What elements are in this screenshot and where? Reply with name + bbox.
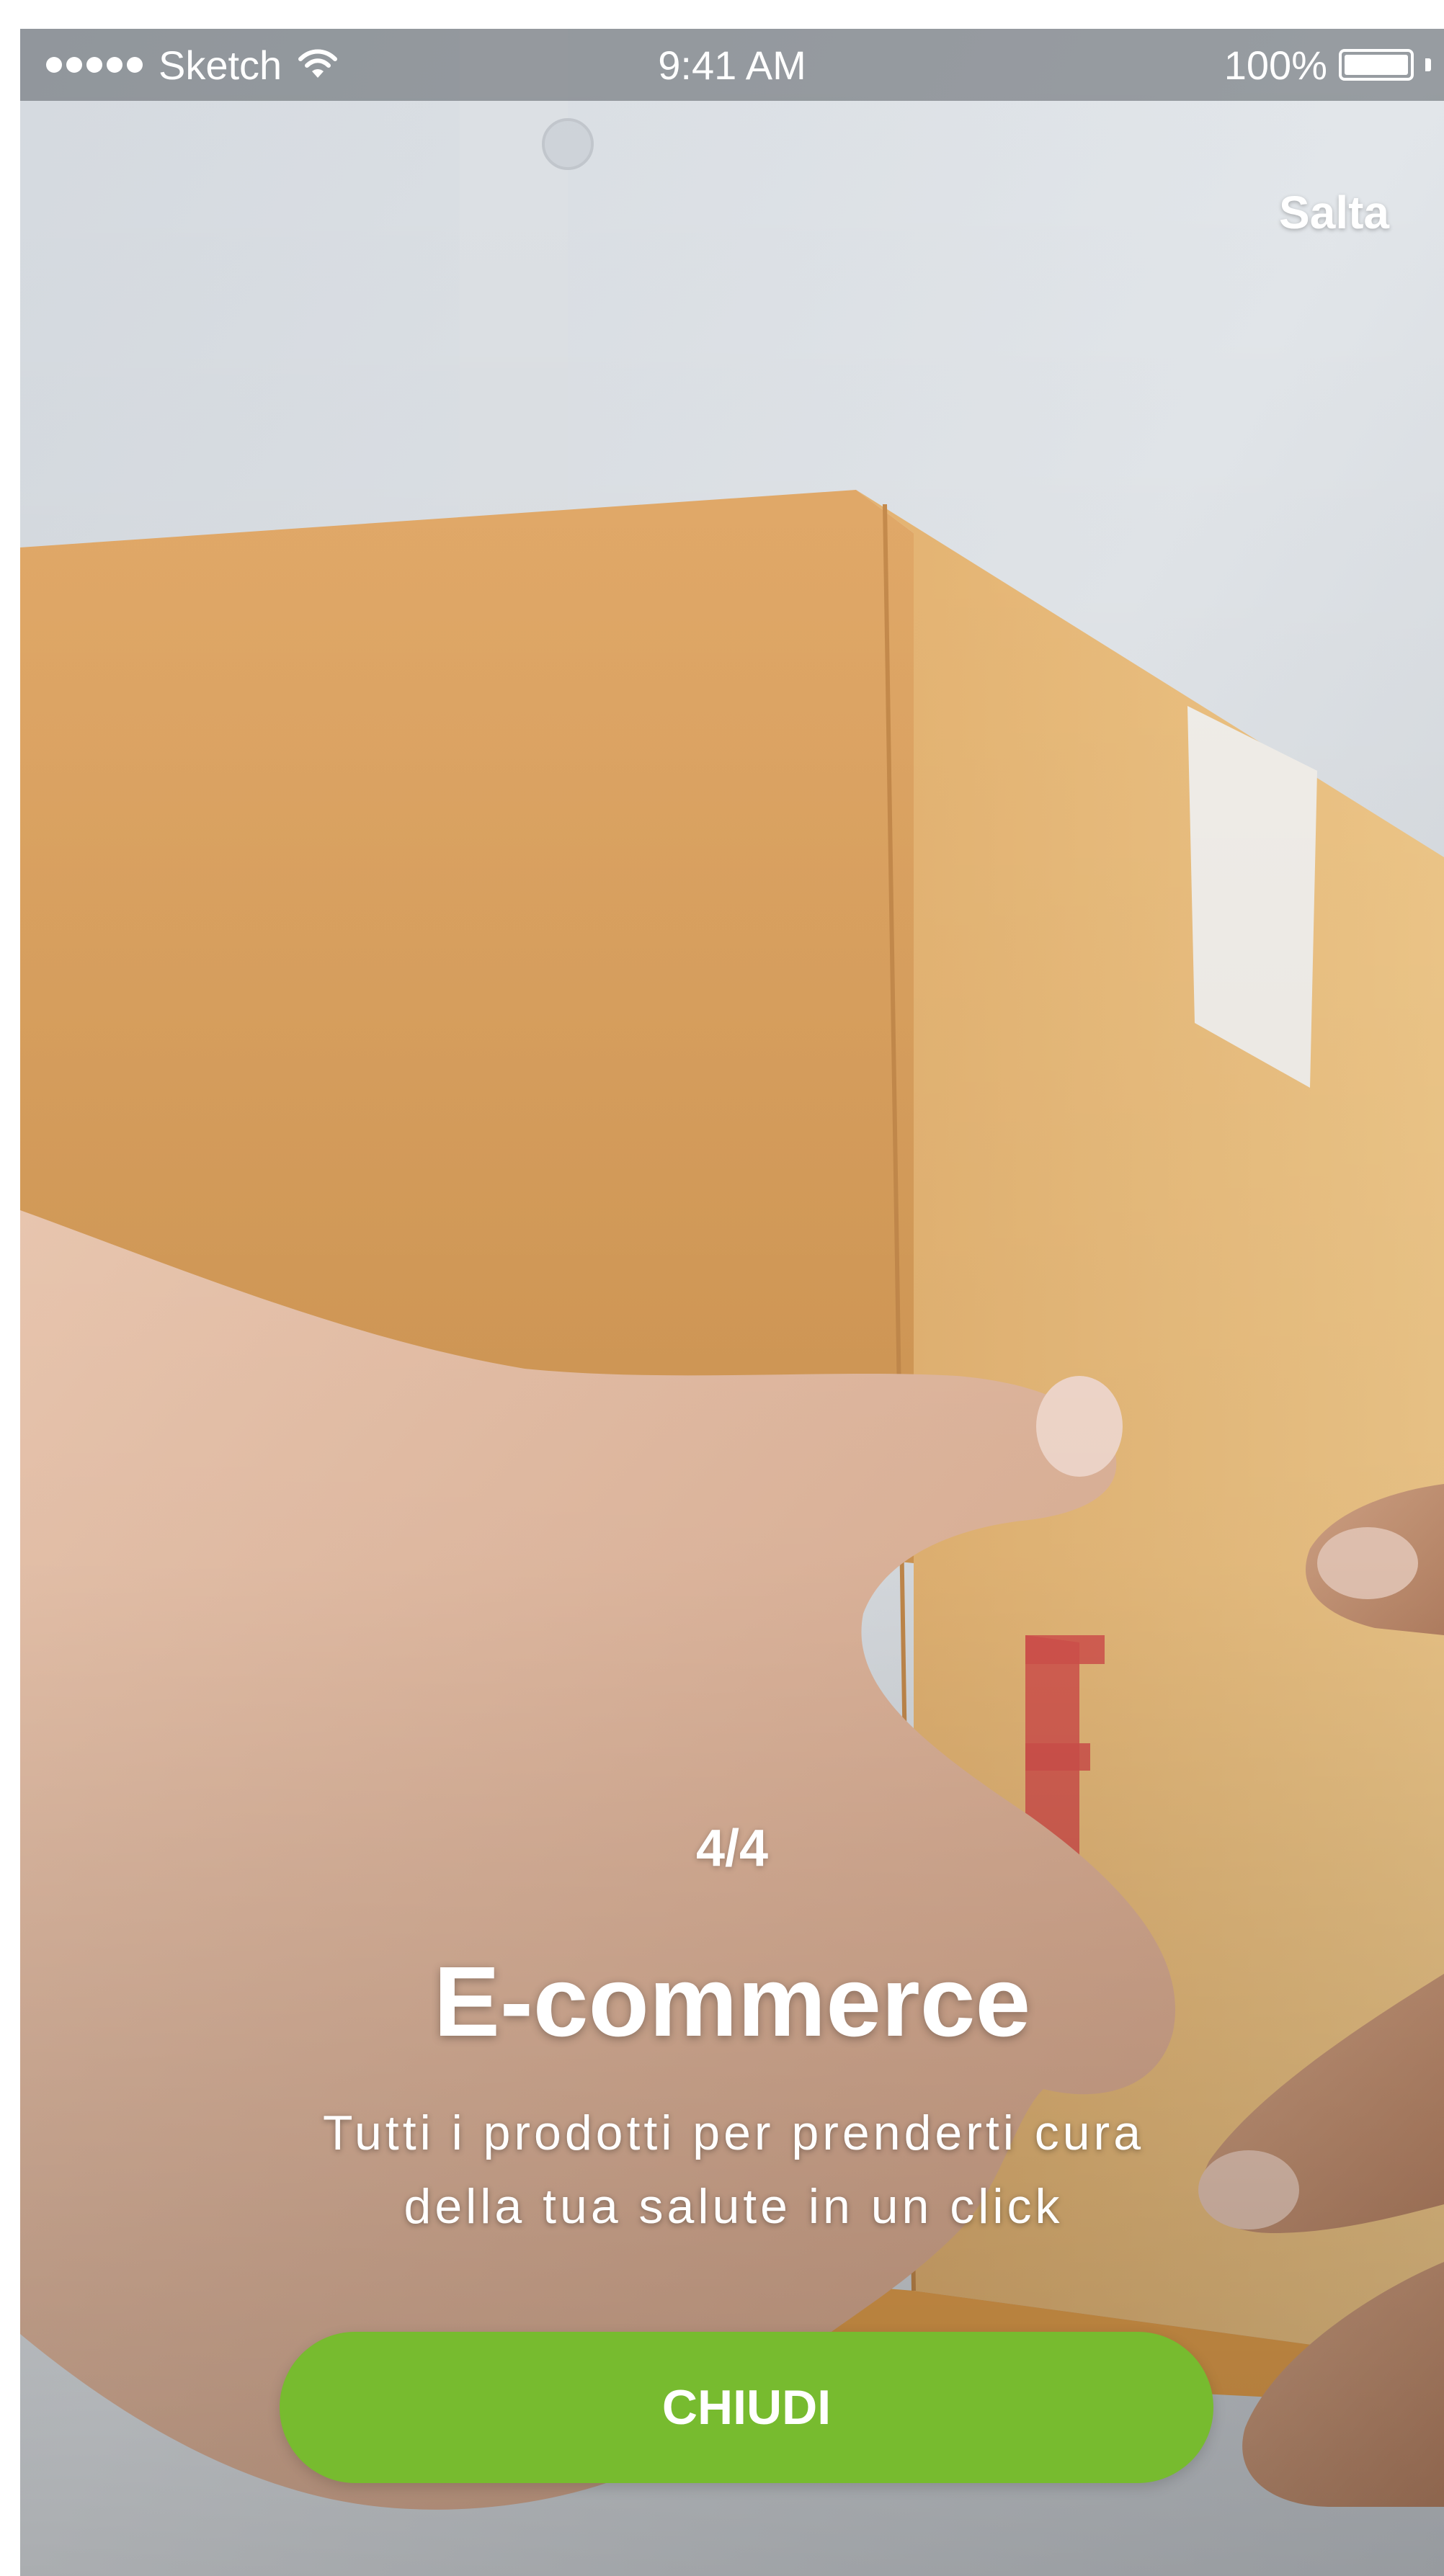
onboarding-screen: Sketch 9:41 AM 100% Salta 4/4 E-commerce… xyxy=(20,29,1444,2576)
slide-description-line-1: Tutti i prodotti per prenderti cura xyxy=(322,2106,1145,2160)
slide-description: Tutti i prodotti per prenderti cura dell… xyxy=(193,2096,1274,2243)
battery-cap xyxy=(1425,58,1431,71)
battery-percent: 100% xyxy=(1224,42,1327,88)
slide-description-line-2: della tua salute in un click xyxy=(404,2179,1064,2234)
battery-icon xyxy=(1339,49,1414,81)
close-button[interactable]: CHIUDI xyxy=(280,2332,1213,2483)
status-bar-right: 100% xyxy=(1224,29,1431,101)
slide-title: E-commerce xyxy=(433,1946,1031,2057)
status-bar: Sketch 9:41 AM 100% xyxy=(20,29,1444,101)
page-indicator: 4/4 xyxy=(695,1820,769,1877)
skip-button[interactable]: Salta xyxy=(1279,186,1389,239)
